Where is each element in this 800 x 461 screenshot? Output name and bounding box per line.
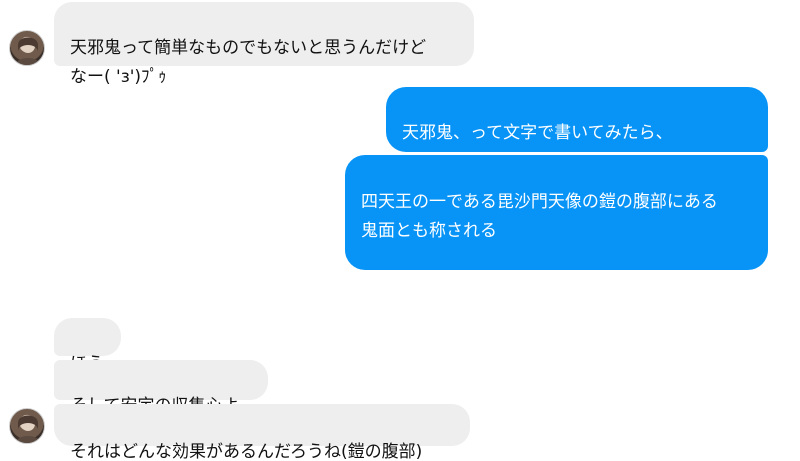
- avatar-icon: [14, 37, 42, 65]
- message-text: 四天王の一である毘沙門天像の鎧の腹部にある 鬼面とも称される らしいぜ。: [361, 192, 718, 299]
- message-bubble-incoming[interactable]: 天邪鬼って簡単なものでもないと思うんだけど なー( 'ɜ')ﾌﾟｩ: [54, 2, 474, 87]
- message-text: 天邪鬼って簡単なものでもないと思うんだけど なー( 'ɜ')ﾌﾟｩ: [70, 38, 427, 87]
- chat-thread: 天邪鬼って簡単なものでもないと思うんだけど なー( 'ɜ')ﾌﾟｩ 天邪鬼、って…: [0, 0, 800, 461]
- message-bubble-incoming[interactable]: ほう: [54, 318, 121, 374]
- message-text: それはどんな効果があるんだろうね(鎧の腹部): [70, 442, 423, 461]
- avatar[interactable]: [9, 30, 45, 66]
- message-bubble-incoming[interactable]: それはどんな効果があるんだろうね(鎧の腹部): [54, 404, 470, 461]
- message-bubble-outgoing[interactable]: 天邪鬼、って文字で書いてみたら、 なんか気になったので、ウィキってみた。: [386, 87, 768, 172]
- message-bubble-outgoing[interactable]: 四天王の一である毘沙門天像の鎧の腹部にある 鬼面とも称される らしいぜ。: [345, 155, 768, 299]
- message-bubble-incoming[interactable]: そして安定の収集心よ: [54, 360, 268, 416]
- avatar-icon: [14, 415, 42, 443]
- avatar[interactable]: [9, 408, 45, 444]
